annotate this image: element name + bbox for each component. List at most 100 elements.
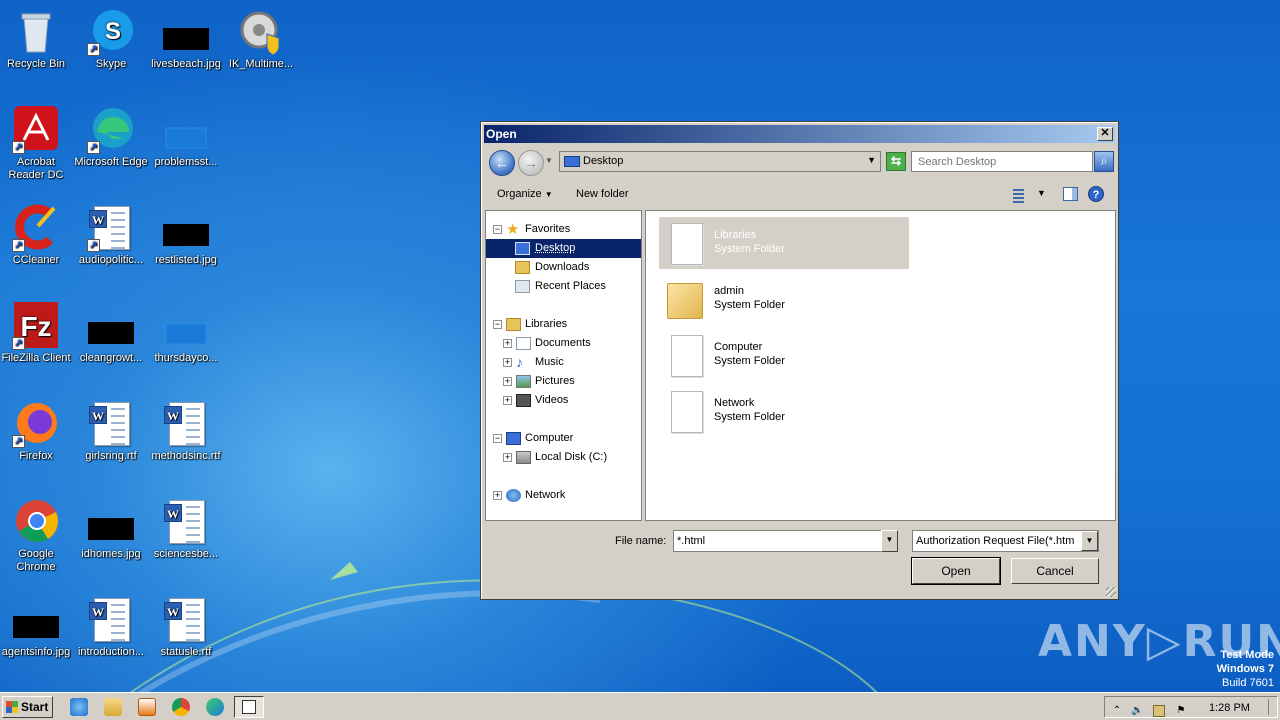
word-doc-icon: W (162, 596, 210, 644)
list-item[interactable]: admin System Folder (659, 273, 909, 325)
show-desktop-button[interactable] (1268, 699, 1276, 715)
edge-taskbar-icon[interactable] (206, 698, 224, 716)
forward-button[interactable]: → (518, 150, 544, 176)
nav-videos[interactable]: + Videos (486, 391, 641, 410)
desktop-icon-recycle-bin[interactable]: Recycle Bin (0, 8, 74, 71)
preview-pane-icon[interactable] (1063, 187, 1078, 201)
nav-network[interactable]: + Network (486, 486, 641, 505)
desktop-icon-statusle[interactable]: W statusle.rtf (148, 596, 224, 659)
close-button[interactable]: ✕ (1097, 127, 1113, 141)
list-item[interactable]: Network System Folder (659, 385, 909, 437)
nav-recent-places[interactable]: Recent Places (486, 277, 641, 296)
back-button[interactable]: ← (489, 150, 515, 176)
internet-explorer-icon[interactable] (70, 698, 88, 716)
desktop-icon-agentsinfo[interactable]: agentsinfo.jpg (0, 596, 74, 659)
history-dropdown-icon[interactable]: ▼ (545, 156, 553, 165)
organize-button[interactable]: Organize ▼ (497, 188, 553, 200)
collapse-icon[interactable]: − (493, 225, 502, 234)
skype-icon: S ↗ (87, 8, 135, 56)
desktop-icon-idhomes[interactable]: idhomes.jpg (73, 498, 149, 561)
help-icon[interactable]: ? (1088, 186, 1104, 202)
address-bar[interactable]: Desktop ▼ (559, 151, 881, 172)
desktop-icon-cleangrowt[interactable]: cleangrowt... (73, 302, 149, 365)
desktop-icon (515, 242, 530, 255)
desktop-icon-sciencesbe[interactable]: W sciencesbe... (148, 498, 224, 561)
expand-icon[interactable]: + (503, 396, 512, 405)
expand-icon[interactable]: + (503, 358, 512, 367)
expand-icon[interactable]: + (503, 453, 512, 462)
chrome-taskbar-icon[interactable] (172, 698, 190, 716)
collapse-icon[interactable]: − (493, 320, 502, 329)
chevron-down-icon[interactable]: ▼ (881, 530, 898, 552)
setup-icon (237, 8, 285, 56)
list-item[interactable]: Computer System Folder (659, 329, 909, 381)
media-player-icon[interactable] (138, 698, 156, 716)
nav-desktop[interactable]: Desktop (486, 239, 641, 258)
nav-label: Videos (535, 394, 569, 406)
expand-icon[interactable]: + (493, 491, 502, 500)
chevron-down-icon[interactable]: ▼ (867, 155, 876, 165)
view-options-dropdown-icon[interactable]: ▼ (1037, 188, 1046, 198)
start-button[interactable]: Start (2, 696, 53, 718)
desktop-icon-methodsinc[interactable]: W methodsinc.rtf (148, 400, 224, 463)
desktop-icon-restlisted[interactable]: restlisted.jpg (148, 204, 224, 267)
cancel-button[interactable]: Cancel (1011, 558, 1099, 584)
expand-icon[interactable]: + (503, 377, 512, 386)
desktop-icon-livesbeach[interactable]: livesbeach.jpg (148, 8, 224, 71)
nav-documents[interactable]: + Documents (486, 334, 641, 353)
nav-local-disk[interactable]: + Local Disk (C:) (486, 448, 641, 467)
recent-places-icon (515, 280, 530, 293)
explorer-icon[interactable] (104, 698, 122, 716)
desktop-icon-skype[interactable]: S ↗ Skype (73, 8, 149, 71)
desktop-icon-filezilla[interactable]: Fz ↗ FileZilla Client (0, 302, 74, 365)
file-type-select[interactable]: Authorization Request File(*.htm (912, 530, 1099, 552)
desktop-icon-thursdayco[interactable]: thursdayco... (148, 302, 224, 365)
word-doc-icon: W ↗ (87, 204, 135, 252)
network-status-icon[interactable] (1153, 705, 1165, 717)
refresh-button[interactable]: ⇆ (886, 152, 906, 171)
collapse-icon[interactable]: − (493, 434, 502, 443)
desktop-icon-audiopolitic[interactable]: W ↗ audiopolitic... (73, 204, 149, 267)
nav-libraries[interactable]: − Libraries (486, 315, 641, 334)
search-icon[interactable]: ⌕ (1094, 151, 1114, 172)
nav-pictures[interactable]: + Pictures (486, 372, 641, 391)
dialog-titlebar[interactable]: Open ✕ (484, 125, 1115, 143)
expand-icon[interactable]: + (503, 339, 512, 348)
word-doc-icon: W (162, 400, 210, 448)
desktop-icon-ccleaner[interactable]: ↗ CCleaner (0, 204, 74, 267)
change-view-icon[interactable] (1008, 187, 1024, 203)
nav-downloads[interactable]: Downloads (486, 258, 641, 277)
new-folder-button[interactable]: New folder (576, 188, 629, 200)
open-button[interactable]: Open (911, 557, 1001, 585)
desktop-icon-girlsring[interactable]: W girlsring.rtf (73, 400, 149, 463)
desktop-icon-label: CCleaner (12, 254, 60, 266)
desktop-icon-introduction[interactable]: W introduction... (73, 596, 149, 659)
desktop-icon-label: Acrobat Reader DC (8, 156, 64, 181)
clock[interactable]: 1:28 PM (1209, 702, 1250, 714)
desktop-icon-chrome[interactable]: Google Chrome (0, 498, 74, 574)
nav-computer[interactable]: − Computer (486, 429, 641, 448)
desktop-icon-label: audiopolitic... (78, 254, 144, 266)
desktop-icon-ik-multimedia[interactable]: IK_Multime... (223, 8, 299, 71)
list-item[interactable]: Libraries System Folder (659, 217, 909, 269)
address-text: Desktop (583, 155, 624, 167)
desktop-icon-label: statusle.rtf (160, 646, 212, 658)
file-icon (162, 302, 210, 350)
resize-grip-icon[interactable] (1106, 587, 1116, 597)
nav-favorites[interactable]: − ★ Favorites (486, 220, 641, 239)
desktop-icon-acrobat[interactable]: ↗ Acrobat Reader DC (0, 106, 74, 182)
search-input[interactable] (911, 151, 1093, 172)
nav-label: Local Disk (C:) (535, 451, 608, 463)
show-hidden-icons-icon[interactable]: ⌃ (1111, 705, 1123, 717)
volume-icon[interactable]: 🔈 (1131, 705, 1143, 717)
action-center-flag-icon[interactable]: ⚑ (1175, 705, 1187, 717)
chevron-down-icon[interactable]: ▼ (1081, 531, 1098, 551)
file-name-input[interactable] (673, 530, 898, 552)
firefox-icon: ↗ (12, 400, 60, 448)
active-task-button[interactable] (234, 696, 264, 718)
desktop-icon-firefox[interactable]: ↗ Firefox (0, 400, 74, 463)
nav-music[interactable]: + ♪ Music (486, 353, 641, 372)
desktop-icon-problemsst[interactable]: problemsst... (148, 106, 224, 169)
desktop-icon-edge[interactable]: ↗ Microsoft Edge (73, 106, 149, 169)
desktop-icon-label: agentsinfo.jpg (1, 646, 71, 658)
